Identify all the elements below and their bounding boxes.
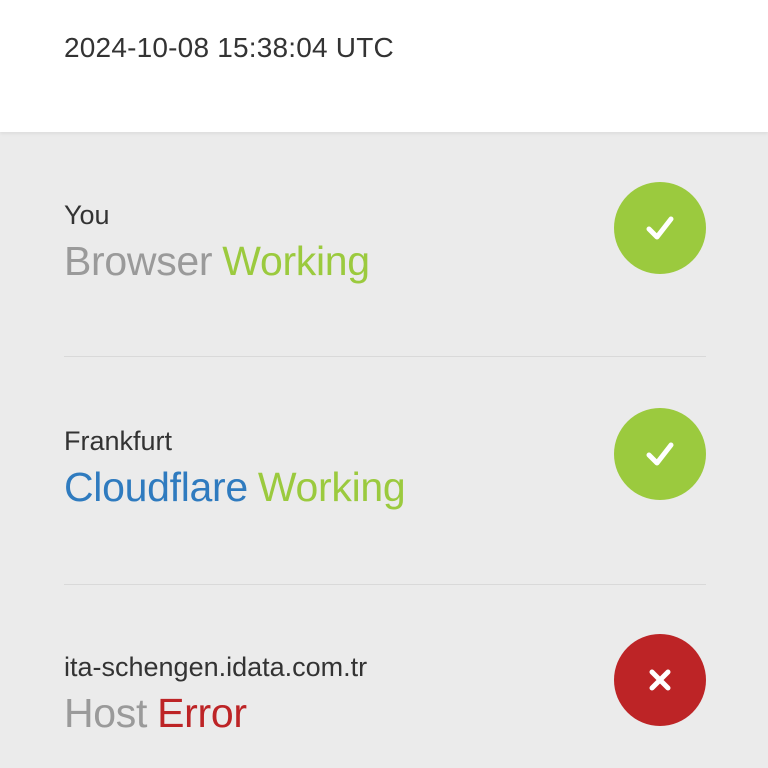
timestamp: 2024-10-08 15:38:04 UTC — [64, 32, 394, 63]
cutoff-title — [64, 0, 644, 4]
component-type: Cloudflare — [64, 464, 248, 510]
component-name: Browser Working — [64, 238, 370, 285]
status-text: Working — [222, 238, 370, 284]
checkmark-icon — [646, 442, 674, 466]
location-label: Frankfurt — [64, 426, 173, 456]
location-label: You — [64, 200, 110, 230]
x-icon — [649, 669, 671, 691]
divider — [64, 356, 706, 357]
component-name: Cloudflare Working — [64, 464, 406, 511]
divider — [64, 584, 706, 585]
status-row-browser: You Browser Working — [64, 182, 706, 300]
header-panel: 2024-10-08 15:38:04 UTC — [0, 0, 768, 132]
status-text: Error — [157, 690, 247, 736]
checkmark-icon — [646, 216, 674, 240]
component-type: Browser — [64, 238, 213, 284]
status-text: Working — [257, 464, 406, 510]
component-type: Host — [64, 690, 148, 736]
location-label: ita-schengen.idata.com.tr — [64, 652, 368, 682]
status-error-badge — [614, 634, 706, 726]
status-row-cloudflare: Frankfurt Cloudflare Working — [64, 408, 706, 526]
status-row-host: ita-schengen.idata.com.tr Host Error — [64, 634, 706, 752]
status-ok-badge — [614, 182, 706, 274]
status-ok-badge — [614, 408, 706, 500]
component-name: Host Error — [64, 690, 247, 737]
